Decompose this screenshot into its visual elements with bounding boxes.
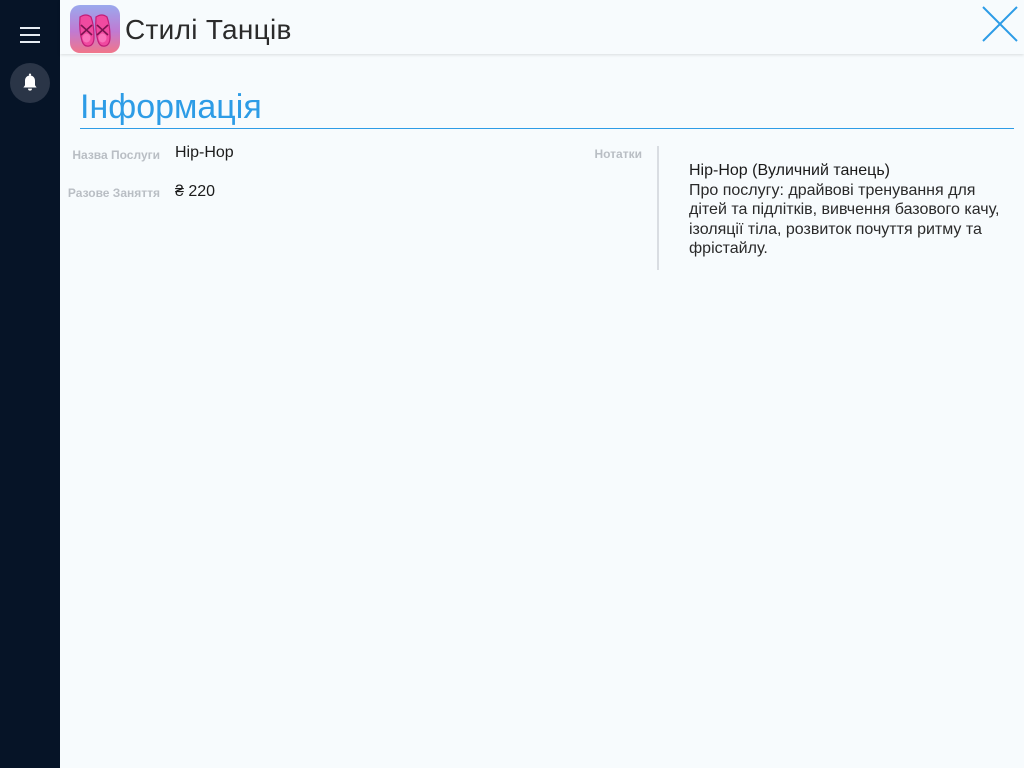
close-icon — [982, 6, 1018, 42]
ballet-shoes-icon — [70, 5, 120, 53]
app-title: Стилі Танців — [125, 14, 292, 45]
notifications-button[interactable] — [10, 63, 50, 103]
notes-panel: Hip-Hop (Вуличний танець) Про послугу: д… — [689, 161, 1014, 259]
single-class-label: Разове Заняття — [67, 186, 160, 200]
notes-label: Нотатки — [594, 147, 642, 161]
notes-body: Про послугу: драйвові тренування для діт… — [689, 181, 1000, 258]
service-name-label: Назва Послуги — [72, 148, 160, 162]
section-divider — [80, 128, 1014, 129]
hamburger-icon-line — [20, 41, 40, 43]
sidebar — [0, 0, 60, 768]
column-divider — [657, 146, 659, 270]
single-class-price: ₴ 220 — [175, 183, 216, 200]
close-button[interactable] — [980, 4, 1020, 44]
bell-icon — [23, 73, 37, 91]
notes-title: Hip-Hop (Вуличний танець) — [689, 162, 890, 179]
app-header: Стилі Танців — [60, 0, 1024, 54]
hamburger-icon-line — [20, 27, 40, 29]
menu-button[interactable] — [15, 20, 45, 50]
hamburger-icon-line — [20, 34, 40, 36]
service-name-value: Hip-Hop — [175, 144, 234, 161]
section-title: Інформація — [80, 88, 262, 126]
